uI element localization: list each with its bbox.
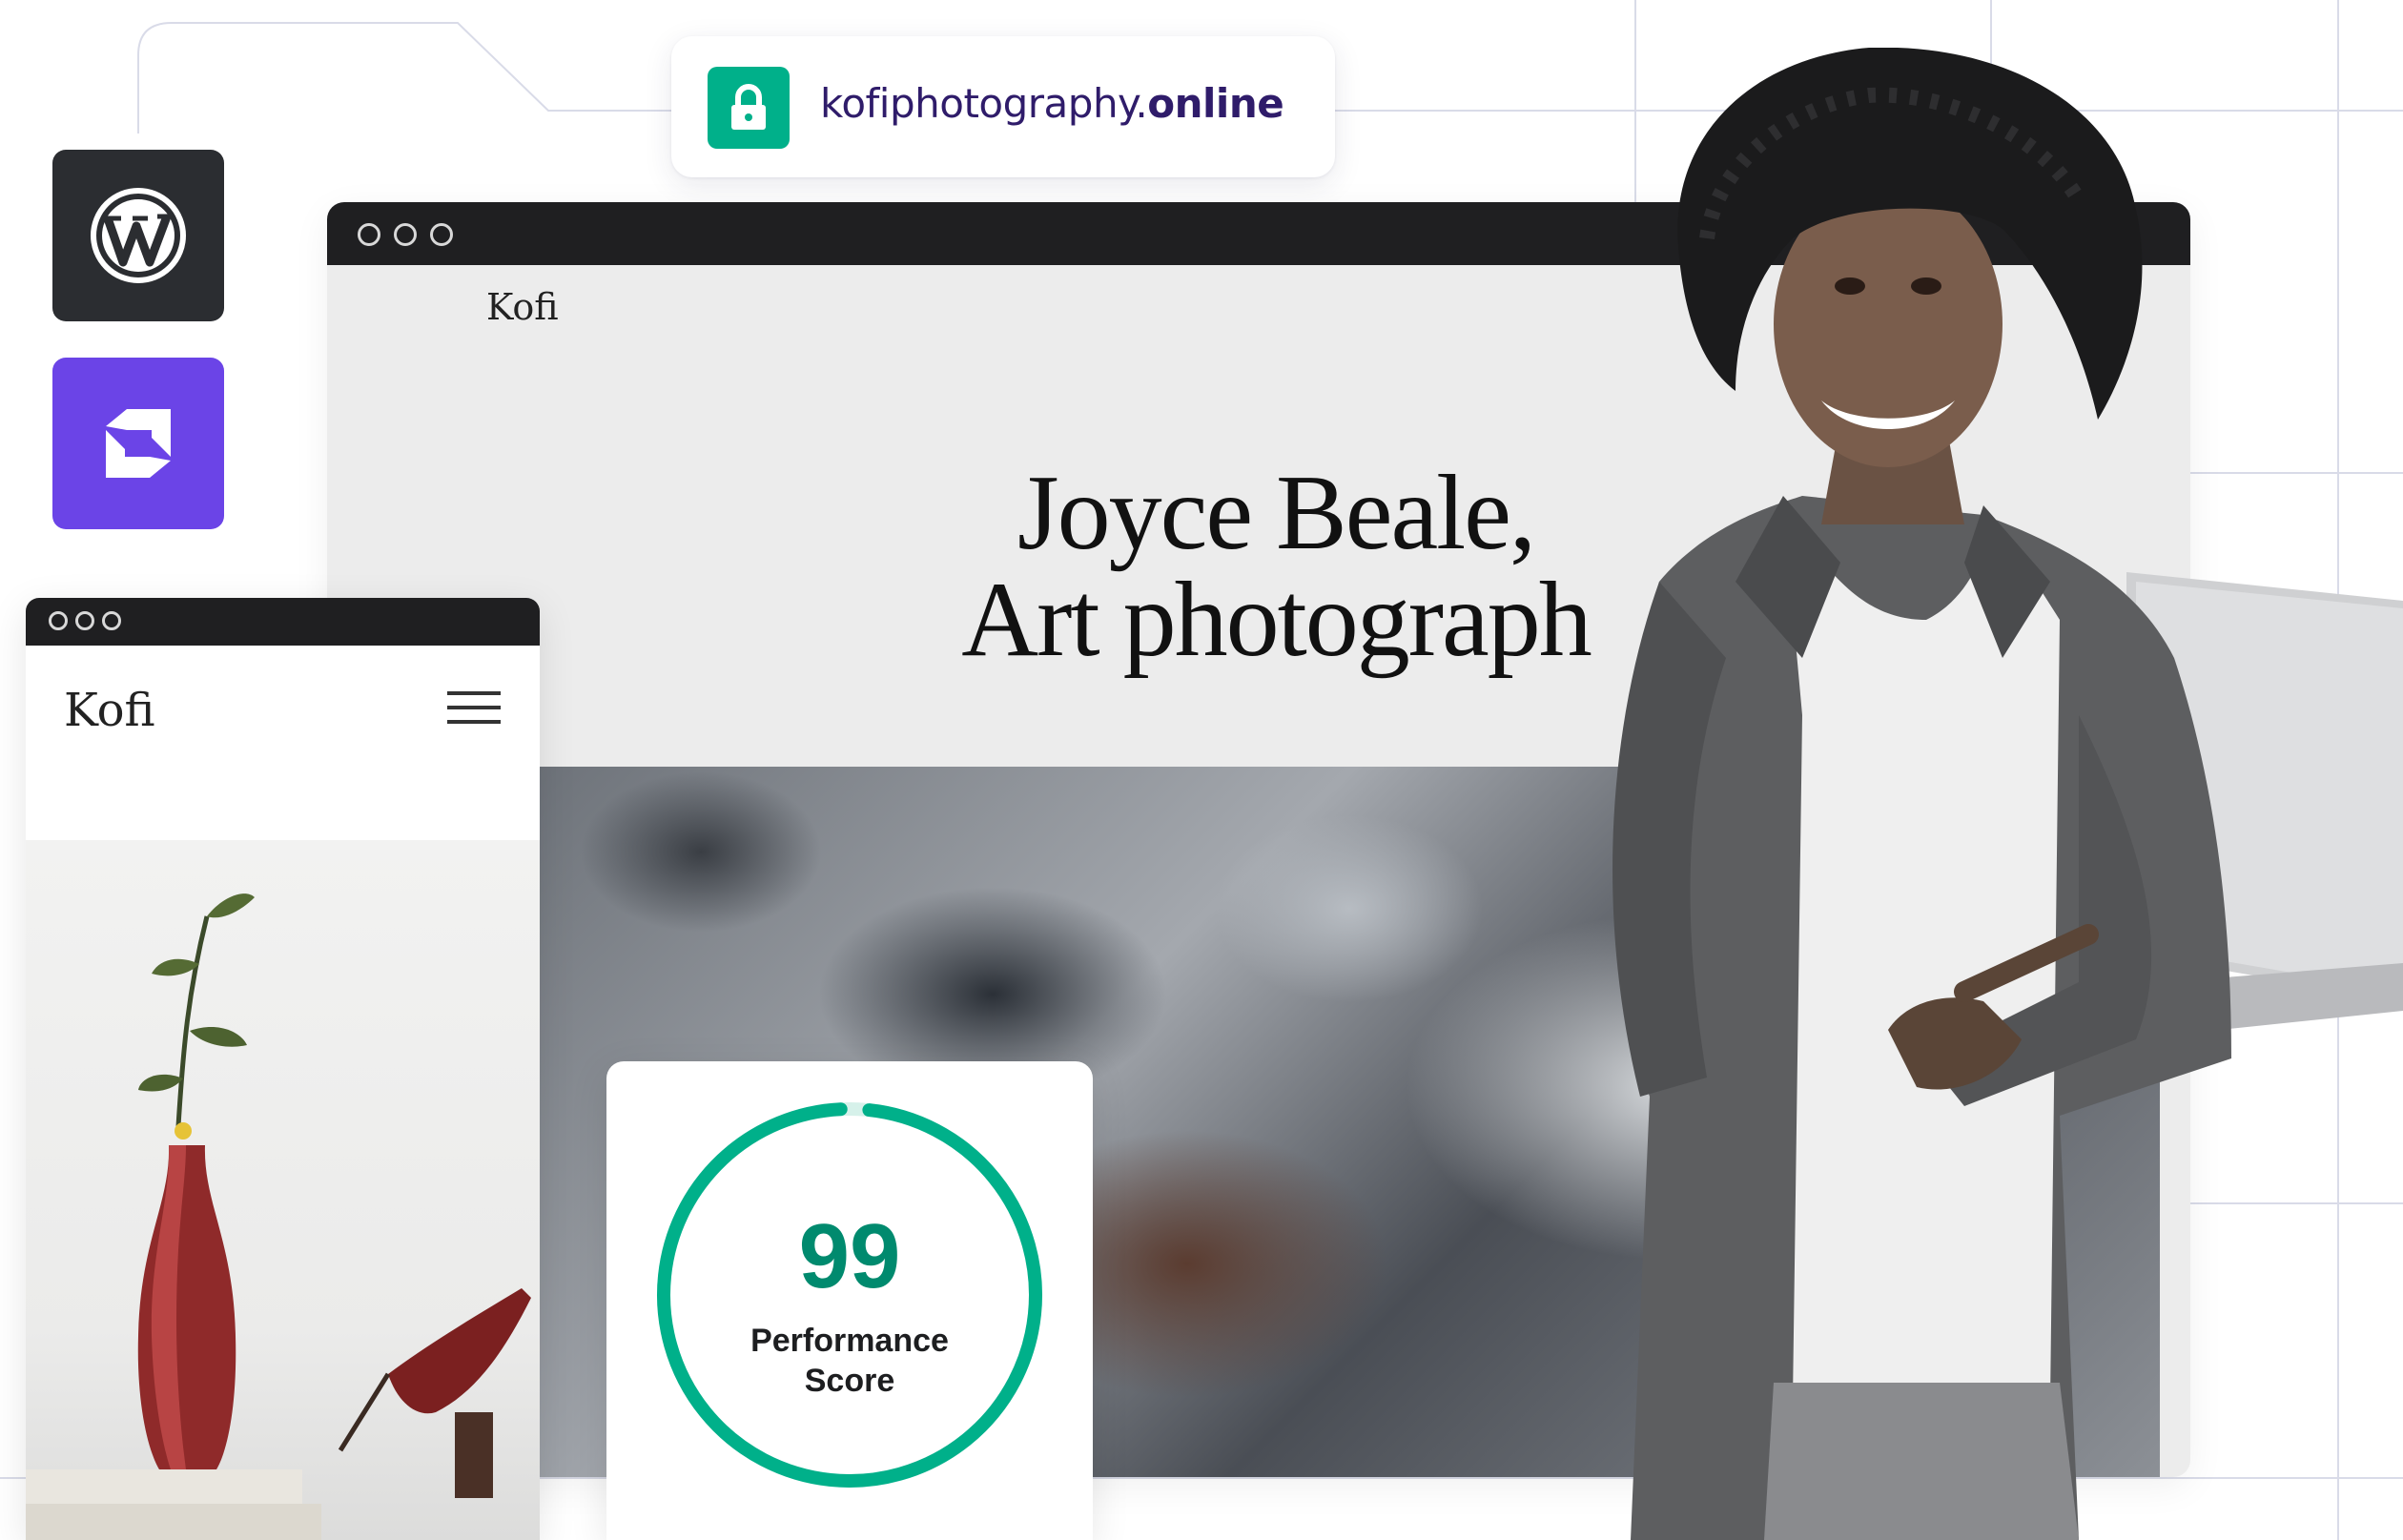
mobile-window-controls <box>49 611 121 630</box>
window-dot-icon[interactable] <box>358 223 380 246</box>
hamburger-menu-icon[interactable] <box>447 686 501 729</box>
mobile-title-bar <box>26 598 540 646</box>
window-dot-icon[interactable] <box>75 611 94 630</box>
domain-prefix: kofiphotography. <box>820 80 1148 127</box>
window-dot-icon[interactable] <box>430 223 453 246</box>
window-dot-icon[interactable] <box>394 223 417 246</box>
window-dot-icon[interactable] <box>49 611 68 630</box>
address-bar[interactable]: kofiphotography.online <box>671 36 1335 177</box>
domain-text: kofiphotography.online <box>820 80 1284 127</box>
mobile-site-brand[interactable]: Kofi <box>64 684 154 737</box>
performance-label-line-2: Score <box>804 1363 895 1399</box>
performance-score-card: 99 Performance Score <box>606 1061 1093 1540</box>
wordpress-logo-icon[interactable] <box>52 150 224 321</box>
performance-label-line-1: Performance <box>750 1323 949 1359</box>
lock-icon <box>708 67 790 149</box>
window-dot-icon[interactable] <box>102 611 121 630</box>
site-brand[interactable]: Kofi <box>486 286 559 328</box>
domain-tld: online <box>1147 80 1284 127</box>
hostinger-builder-logo-icon[interactable] <box>52 358 224 529</box>
vase-still-life-photo <box>26 840 540 1540</box>
performance-score-label: Performance Score <box>707 1321 993 1401</box>
performance-score-value: 99 <box>798 1205 901 1307</box>
mobile-browser-window: Kofi <box>26 598 540 1540</box>
person-with-laptop-photo <box>1612 48 2403 1540</box>
window-controls <box>358 223 453 246</box>
